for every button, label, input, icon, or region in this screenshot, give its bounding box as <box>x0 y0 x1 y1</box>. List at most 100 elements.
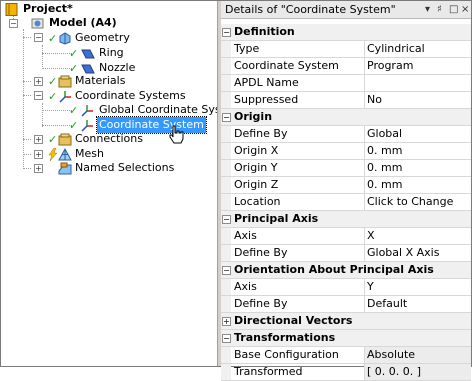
section-header[interactable]: − Transformations <box>221 330 471 347</box>
property-name: Coordinate System <box>232 58 365 74</box>
property-value[interactable]: Default <box>365 296 471 312</box>
property-row[interactable]: Base Configuration Absolute <box>221 347 471 364</box>
section-label: Origin <box>234 110 273 123</box>
expand-materials-toggle[interactable]: + <box>34 77 43 86</box>
property-row[interactable]: Define By Global X Axis <box>221 245 471 262</box>
expand-mesh-toggle[interactable]: + <box>34 150 43 159</box>
tree-label-connections: Connections <box>75 132 143 145</box>
property-value[interactable]: Cylindrical <box>365 41 471 57</box>
section-header[interactable]: − Orientation About Principal Axis <box>221 262 471 279</box>
property-value[interactable]: Click to Change <box>365 194 471 210</box>
property-name: Type <box>232 41 365 57</box>
row-gutter <box>221 296 231 312</box>
section-label: Orientation About Principal Axis <box>234 263 434 276</box>
property-value[interactable]: [ 0. 0. 0. ] <box>365 364 471 380</box>
row-gutter <box>221 364 231 380</box>
property-name: Define By <box>232 126 365 142</box>
section-label: Transformations <box>234 331 336 344</box>
property-row[interactable]: Define ByGlobal Coordinates <box>221 126 471 143</box>
status-check-icon: ✓ <box>69 104 79 117</box>
property-value[interactable]: X <box>365 228 471 244</box>
row-gutter <box>221 245 231 261</box>
property-row[interactable]: APDL Name <box>221 75 471 92</box>
named-selections-icon <box>58 162 72 180</box>
property-row[interactable]: Origin X 0. mm <box>221 143 471 160</box>
property-value[interactable]: Global Coordinates <box>365 126 471 142</box>
section-label: Principal Axis <box>234 212 319 225</box>
property-row[interactable]: Origin Z 0. mm <box>221 177 471 194</box>
property-name: Axis <box>232 279 365 295</box>
property-value[interactable] <box>365 75 471 91</box>
property-name: Base Configuration <box>232 347 365 363</box>
property-value[interactable]: 0. mm <box>365 160 471 176</box>
property-name: Define By <box>232 296 365 312</box>
collapse-coordinate-systems-toggle[interactable]: − <box>34 91 43 100</box>
expand-named-selections-toggle[interactable]: + <box>34 164 43 173</box>
tree-label-geometry: Geometry <box>75 31 130 44</box>
row-gutter <box>221 41 231 57</box>
property-row[interactable]: Axis X <box>221 228 471 245</box>
property-value[interactable]: Y <box>365 279 471 295</box>
property-name: Define By <box>232 245 365 261</box>
tree-label-ring: Ring <box>99 46 124 59</box>
property-row[interactable]: Location Click to Change <box>221 194 471 211</box>
property-row[interactable]: Suppressed No <box>221 92 471 109</box>
expand-section-toggle[interactable]: + <box>222 317 231 326</box>
property-row[interactable]: Coordinate SystemProgram Controlled <box>221 58 471 75</box>
details-grid: − Definition Type Cylindrical Coordinate Sys… <box>221 24 471 381</box>
window: Project* − Model (A4) − ✓ Geometry ✓ Rin… <box>0 0 472 381</box>
status-check-icon: ✓ <box>69 47 79 60</box>
section-header[interactable]: − Definition <box>221 24 471 41</box>
collapse-geometry-toggle[interactable]: − <box>34 33 43 42</box>
status-check-icon: ✓ <box>48 75 58 88</box>
row-gutter <box>221 92 231 108</box>
row-gutter <box>221 126 231 142</box>
collapse-section-toggle[interactable]: − <box>222 113 231 122</box>
property-name: Suppressed <box>232 92 365 108</box>
collapse-model-toggle[interactable]: − <box>9 19 18 28</box>
expand-connections-toggle[interactable]: + <box>34 135 43 144</box>
row-gutter <box>221 160 231 176</box>
property-value[interactable]: No <box>365 92 471 108</box>
maximize-icon[interactable]: □ <box>449 1 458 18</box>
property-row[interactable]: Define By Default <box>221 296 471 313</box>
tree-label-named-selections: Named Selections <box>75 161 175 174</box>
row-gutter <box>221 58 231 74</box>
property-name: Transformed Configuration <box>232 364 365 380</box>
details-pane: Details of "Coordinate System" ▾ ♯ □ × −… <box>221 1 471 381</box>
property-value[interactable]: 0. mm <box>365 143 471 159</box>
property-value[interactable]: Absolute <box>365 347 471 363</box>
property-name: Origin Z <box>232 177 365 193</box>
property-value[interactable]: Global X Axis <box>365 245 471 261</box>
collapse-section-toggle[interactable]: − <box>222 215 231 224</box>
section-label: Definition <box>234 25 295 38</box>
hand-cursor-icon <box>168 125 185 148</box>
section-header[interactable]: + Directional Vectors <box>221 313 471 330</box>
property-name: Location <box>232 194 365 210</box>
tree-label-materials: Materials <box>75 74 126 87</box>
property-value[interactable]: 0. mm <box>365 177 471 193</box>
section-header[interactable]: − Principal Axis <box>221 211 471 228</box>
property-row[interactable]: Origin Y 0. mm <box>221 160 471 177</box>
outline-tree: Project* − Model (A4) − ✓ Geometry ✓ Rin… <box>1 1 242 366</box>
property-name: Origin X <box>232 143 365 159</box>
dropdown-arrow-icon[interactable]: ▾ <box>425 1 430 18</box>
pin-icon[interactable]: ♯ <box>437 1 442 18</box>
property-name: Origin Y <box>232 160 365 176</box>
collapse-section-toggle[interactable]: − <box>222 334 231 343</box>
collapse-section-toggle[interactable]: − <box>222 28 231 37</box>
row-gutter <box>221 228 231 244</box>
section-header[interactable]: − Origin <box>221 109 471 126</box>
status-check-icon: ✓ <box>69 119 79 132</box>
row-gutter <box>221 279 231 295</box>
row-gutter <box>221 75 231 91</box>
property-value[interactable]: Program Controlled <box>365 58 471 74</box>
property-name: Axis <box>232 228 365 244</box>
collapse-section-toggle[interactable]: − <box>222 266 231 275</box>
details-title: Details of "Coordinate System" <box>225 3 396 16</box>
property-row[interactable]: Axis Y <box>221 279 471 296</box>
lightning-status-icon <box>48 147 58 166</box>
property-row[interactable]: Type Cylindrical <box>221 41 471 58</box>
section-label: Directional Vectors <box>234 314 353 327</box>
close-icon[interactable]: × <box>461 1 469 18</box>
